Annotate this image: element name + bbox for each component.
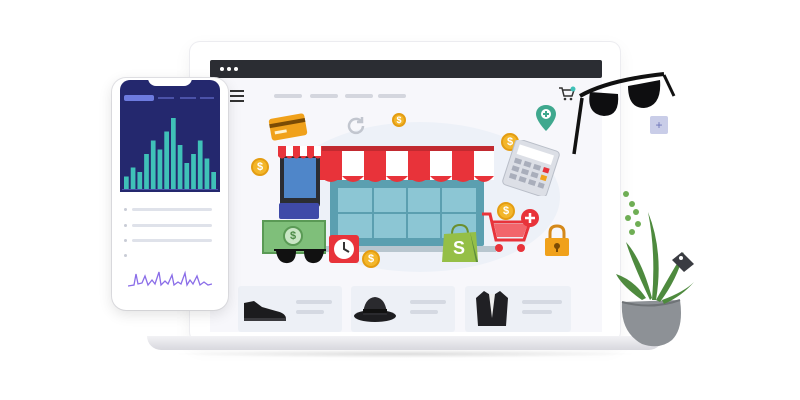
chart-bar bbox=[137, 172, 143, 190]
chart-bar bbox=[197, 140, 203, 190]
chart-bar bbox=[144, 154, 149, 190]
list-bullet bbox=[124, 208, 127, 211]
coin-icon: $ bbox=[362, 250, 380, 268]
list-item[interactable] bbox=[132, 239, 212, 242]
chart-bar bbox=[211, 172, 216, 190]
coin-icon: $ bbox=[251, 158, 269, 176]
nav-item[interactable] bbox=[274, 94, 302, 98]
mini-awning bbox=[278, 146, 322, 159]
sunglasses-icon bbox=[572, 72, 676, 155]
browser-bar bbox=[210, 60, 602, 78]
nav-item[interactable] bbox=[378, 94, 406, 98]
laptop-shadow bbox=[170, 350, 640, 358]
brand-letter: S bbox=[453, 238, 465, 258]
chart-bar bbox=[124, 176, 129, 190]
phone-tab[interactable] bbox=[200, 97, 214, 99]
menu-icon[interactable] bbox=[230, 90, 244, 105]
padlock-icon bbox=[545, 224, 569, 256]
list-bullet bbox=[124, 254, 127, 257]
phone-sparkline bbox=[128, 270, 212, 287]
card-text-line bbox=[522, 300, 562, 304]
card-text-line bbox=[296, 310, 324, 314]
window-divider bbox=[372, 188, 374, 238]
nav-item[interactable] bbox=[345, 94, 373, 98]
list-bullet bbox=[124, 239, 127, 242]
awning-scallop bbox=[320, 176, 494, 182]
sunglasses-small-icon bbox=[274, 249, 326, 264]
chart-baseline bbox=[122, 189, 218, 190]
chart-bar bbox=[171, 118, 176, 190]
awning-top bbox=[320, 146, 494, 151]
credit-card-icon bbox=[268, 113, 308, 141]
window-dot bbox=[227, 67, 231, 71]
bill-emblem: $ bbox=[283, 226, 303, 246]
list-item[interactable] bbox=[132, 224, 212, 227]
chart-bar bbox=[164, 131, 169, 190]
card-text-line bbox=[410, 310, 438, 314]
price-tag-icon bbox=[672, 252, 694, 272]
location-pin-icon bbox=[536, 105, 556, 131]
shoe-icon bbox=[244, 301, 286, 321]
calculator-icon bbox=[502, 140, 560, 196]
chart-bar bbox=[191, 154, 196, 190]
chart-bar bbox=[177, 145, 183, 190]
list-bullet bbox=[124, 224, 127, 227]
phone-notch bbox=[148, 78, 192, 86]
chart-bar bbox=[150, 140, 156, 190]
phone-bar-chart bbox=[122, 118, 218, 190]
card-text-line bbox=[410, 300, 446, 304]
card-text-line bbox=[522, 310, 552, 314]
stand-base bbox=[279, 203, 319, 219]
chart-bar bbox=[184, 163, 190, 190]
hat-icon bbox=[354, 297, 396, 322]
window-dot bbox=[220, 67, 224, 71]
chart-bar bbox=[157, 149, 163, 190]
phone-tab[interactable] bbox=[180, 97, 196, 99]
list-item[interactable] bbox=[132, 208, 212, 211]
coin-icon: $ bbox=[392, 113, 406, 127]
card-text-line bbox=[296, 300, 332, 304]
shopping-bag-icon: S bbox=[442, 223, 478, 262]
chart-bar bbox=[204, 158, 210, 190]
nav-item[interactable] bbox=[310, 94, 338, 98]
phone-tab[interactable] bbox=[158, 97, 174, 99]
shopping-cart-icon bbox=[482, 209, 539, 252]
window-divider bbox=[406, 188, 408, 238]
phone-tab-active[interactable] bbox=[124, 95, 154, 101]
plus-icon[interactable]: + bbox=[650, 116, 668, 134]
laptop-base bbox=[147, 336, 663, 350]
window-dot bbox=[234, 67, 238, 71]
chart-bar bbox=[130, 167, 136, 190]
refresh-icon bbox=[347, 117, 365, 135]
hero-illustration: { "illustration": { "currency_symbol": "… bbox=[0, 0, 800, 400]
smartphone-screen bbox=[284, 158, 316, 198]
alarm-clock-icon bbox=[329, 235, 359, 263]
jacket-icon bbox=[476, 291, 508, 326]
